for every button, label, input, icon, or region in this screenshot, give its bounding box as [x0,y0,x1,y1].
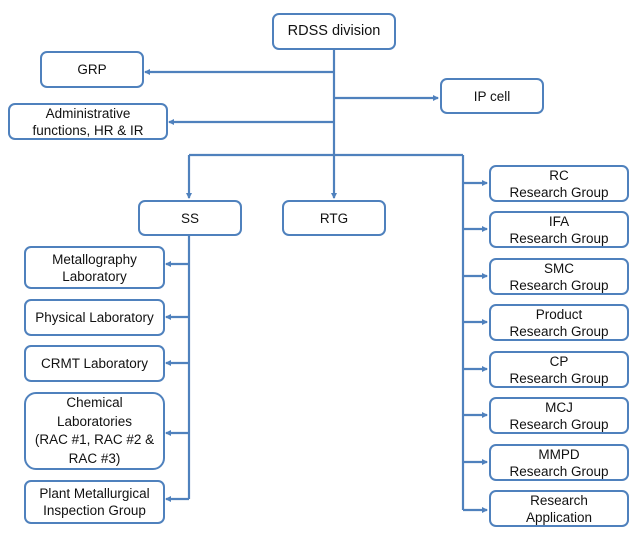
node-label: SMC Research Group [509,260,609,293]
node-label: Product Research Group [509,306,609,339]
node-label: RTG [319,210,349,226]
node-label: GRP [77,62,107,77]
node-cp-research-group: CP Research Group [489,351,629,388]
node-label: SS [180,210,199,226]
node-mmpd-research-group: MMPD Research Group [489,444,629,481]
node-label: IFA Research Group [509,213,609,246]
node-label: Plant Metallurgical Inspection Group [39,486,150,518]
node-physical-lab: Physical Laboratory [24,299,165,336]
node-rdss-division: RDSS division [272,13,396,50]
node-label: RDSS division [287,23,381,39]
node-label: CRMT Laboratory [40,356,149,371]
node-label: MCJ Research Group [509,399,609,432]
node-chemical-labs: Chemical Laboratories (RAC #1, RAC #2 & … [24,392,165,470]
node-label: MMPD Research Group [509,446,609,479]
node-label: Research Application [525,492,593,525]
node-plant-inspection: Plant Metallurgical Inspection Group [24,480,165,524]
node-ifa-research-group: IFA Research Group [489,211,629,248]
node-label: IP cell [473,88,511,104]
node-product-research-group: Product Research Group [489,304,629,341]
node-rtg: RTG [282,200,386,236]
node-research-application: Research Application [489,490,629,527]
node-label: Metallography Laboratory [52,251,137,284]
node-label: Chemical Laboratories (RAC #1, RAC #2 & … [34,395,155,466]
node-label: CP Research Group [509,353,609,386]
node-rc-research-group: RC Research Group [489,165,629,202]
node-metallography-lab: Metallography Laboratory [24,246,165,289]
node-mcj-research-group: MCJ Research Group [489,397,629,434]
node-admin: Administrative functions, HR & IR [8,103,168,140]
node-ip-cell: IP cell [440,78,544,114]
node-label: Administrative functions, HR & IR [32,105,144,138]
node-grp: GRP [40,51,144,88]
node-label: RC Research Group [509,167,609,200]
node-crmt-lab: CRMT Laboratory [24,345,165,382]
node-label: Physical Laboratory [35,310,154,325]
node-ss: SS [138,200,242,236]
node-smc-research-group: SMC Research Group [489,258,629,295]
